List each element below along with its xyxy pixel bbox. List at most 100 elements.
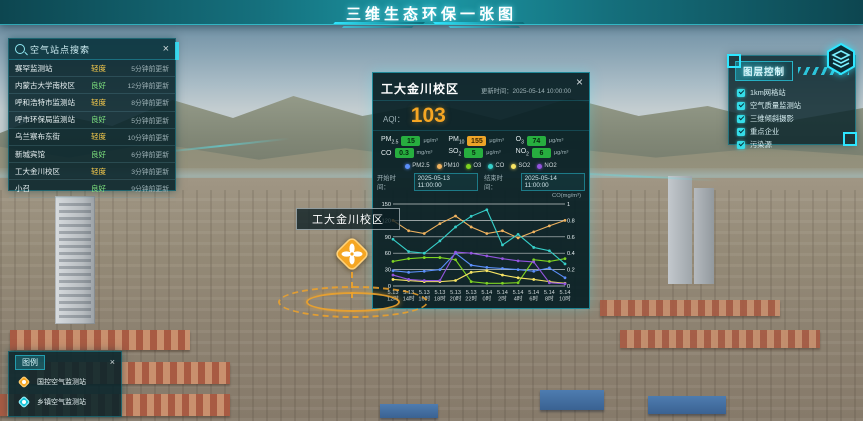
station-grade: 轻度 xyxy=(91,166,113,177)
air-station-township-marker-icon xyxy=(17,395,31,409)
pollutant-value: 6 xyxy=(532,148,551,158)
chart-legend-item[interactable]: O3 xyxy=(466,163,481,169)
close-icon[interactable]: × xyxy=(110,357,115,368)
layers-icon[interactable] xyxy=(824,42,858,76)
pollutant-cell: NO26μg/m³ xyxy=(516,148,581,158)
layer-toggle[interactable]: 重点企业 xyxy=(737,125,847,138)
svg-text:0.4: 0.4 xyxy=(567,251,575,257)
station-updated: 5分钟前更新 xyxy=(113,115,169,125)
pollutant-unit: μg/m³ xyxy=(554,150,568,156)
chart-legend-item[interactable]: NO2 xyxy=(537,163,556,169)
map-viewport[interactable]: 三维生态环保一张图 空气站点搜索 × 赛罕监测站轻度5分钟前更新内蒙古大学南校区… xyxy=(0,0,863,421)
layer-toggle[interactable]: 三维倾斜摄影 xyxy=(737,112,847,125)
station-name: 呼和浩特市监测站 xyxy=(15,97,91,108)
layer-toggle[interactable]: 污染源 xyxy=(737,138,847,151)
legend-label: NO2 xyxy=(544,163,556,169)
building-tower xyxy=(694,188,714,284)
svg-text:5.1322时: 5.1322时 xyxy=(465,290,477,303)
svg-text:5.142时: 5.142时 xyxy=(497,290,508,303)
svg-text:60: 60 xyxy=(385,251,391,257)
station-updated: 6分钟前更新 xyxy=(113,149,169,159)
svg-text:5.1320时: 5.1320时 xyxy=(450,290,462,303)
station-row[interactable]: 乌兰察布东街轻度10分钟前更新 xyxy=(9,129,175,146)
marker-range-ring-inner xyxy=(306,292,400,312)
map-marker-label[interactable]: 工大金川校区 xyxy=(296,208,400,230)
svg-text:5.144时: 5.144时 xyxy=(513,290,524,303)
layer-label: 三维倾斜摄影 xyxy=(750,114,794,124)
end-time-input[interactable]: 2025-05-14 11:00:00 xyxy=(521,173,585,191)
legend-item: 国控空气监测站 xyxy=(9,372,121,392)
pollutant-cell: CO0.3mg/m³ xyxy=(381,148,446,158)
svg-text:5.1318时: 5.1318时 xyxy=(434,290,446,303)
legend-dot-icon xyxy=(405,164,410,169)
checkbox-checked-icon[interactable] xyxy=(737,89,745,97)
series-PM10 xyxy=(393,216,565,238)
chart-legend: PM2.5 PM10 O3 CO SO2 NO2 xyxy=(373,160,589,170)
station-row[interactable]: 呼和浩特市监测站轻度8分钟前更新 xyxy=(9,94,175,111)
legend-dot-icon xyxy=(437,164,442,169)
start-time-label: 开始时间： xyxy=(377,173,408,191)
close-icon[interactable]: × xyxy=(576,77,583,88)
legend-label: CO xyxy=(495,163,504,169)
station-grade: 轻度 xyxy=(91,131,113,142)
building-tower xyxy=(668,176,692,284)
checkbox-checked-icon[interactable] xyxy=(737,141,745,149)
close-icon[interactable]: × xyxy=(163,44,169,55)
pollutant-grid: PM2.515μg/m³PM10155μg/m³O374μg/m³ CO0.3mg… xyxy=(373,131,589,160)
time-range-row: 开始时间： 2025-05-13 11:00:00 结束时间： 2025-05-… xyxy=(373,170,589,192)
series-NO2 xyxy=(393,252,565,284)
legend-label: PM10 xyxy=(444,163,460,169)
air-station-marker-icon[interactable] xyxy=(333,235,371,273)
station-row[interactable]: 新城宾馆良好6分钟前更新 xyxy=(9,146,175,163)
start-time-input[interactable]: 2025-05-13 11:00:00 xyxy=(414,173,478,191)
pollutant-label: NO2 xyxy=(516,148,529,157)
chart-legend-item[interactable]: SO2 xyxy=(511,163,530,169)
svg-text:5.140时: 5.140时 xyxy=(481,290,492,303)
svg-text:0.2: 0.2 xyxy=(567,268,575,274)
legend-item-label: 国控空气监测站 xyxy=(37,377,86,387)
legend-item: 乡镇空气监测站 xyxy=(9,392,121,412)
station-row[interactable]: 小召良好9分钟前更新 xyxy=(9,180,175,197)
chart-legend-item[interactable]: CO xyxy=(488,163,504,169)
layer-label: 污染源 xyxy=(750,140,772,150)
station-row[interactable]: 内蒙古大学南校区良好12分钟前更新 xyxy=(9,77,175,94)
chart-legend-item[interactable]: PM10 xyxy=(437,163,460,169)
station-grade: 轻度 xyxy=(91,97,113,108)
building-row xyxy=(620,330,820,348)
pollutant-value: 155 xyxy=(467,136,486,146)
checkbox-checked-icon[interactable] xyxy=(737,115,745,123)
layer-toggle[interactable]: 1km网格站 xyxy=(737,86,847,99)
layer-toggle[interactable]: 空气质量监测站 xyxy=(737,99,847,112)
legend-panel-header: 图例 × xyxy=(9,352,121,372)
pollutant-label: CO xyxy=(381,150,392,157)
pollutant-value: 74 xyxy=(527,136,546,146)
header-decor-right xyxy=(433,22,535,29)
station-row[interactable]: 呼市环保局监测站良好5分钟前更新 xyxy=(9,112,175,129)
station-panel-title: 空气站点搜索 xyxy=(30,43,163,56)
station-list-panel: 空气站点搜索 × 赛罕监测站轻度5分钟前更新内蒙古大学南校区良好12分钟前更新呼… xyxy=(8,38,176,191)
layer-items: 1km网格站空气质量监测站三维倾斜摄影重点企业污染源 xyxy=(729,84,855,153)
pollutant-cell: PM10155μg/m³ xyxy=(448,136,513,146)
station-row[interactable]: 工大金川校区轻度3分钟前更新 xyxy=(9,163,175,180)
station-updated: 10分钟前更新 xyxy=(113,132,169,142)
popup-header: 工大金川校区 更新时间：2025-05-14 10:00:00 xyxy=(373,73,589,101)
station-updated: 8分钟前更新 xyxy=(113,97,169,107)
pollutant-unit: μg/m³ xyxy=(486,150,500,156)
end-time-label: 结束时间： xyxy=(484,173,515,191)
aqi-row: AQI： 103 xyxy=(373,101,589,131)
air-station-national-marker-icon xyxy=(17,375,31,389)
checkbox-checked-icon[interactable] xyxy=(737,128,745,136)
legend-dot-icon xyxy=(511,164,516,169)
station-name: 乌兰察布东街 xyxy=(15,131,91,142)
station-updated: 9分钟前更新 xyxy=(113,183,169,193)
building-tower xyxy=(55,196,95,324)
checkbox-checked-icon[interactable] xyxy=(737,102,745,110)
station-rows: 赛罕监测站轻度5分钟前更新内蒙古大学南校区良好12分钟前更新呼和浩特市监测站轻度… xyxy=(9,60,175,198)
legend-item-label: 乡镇空气监测站 xyxy=(37,397,86,407)
pollutant-unit: μg/m³ xyxy=(549,138,563,144)
pollutant-cell: PM2.515μg/m³ xyxy=(381,136,446,146)
chart-legend-item[interactable]: PM2.5 xyxy=(405,163,429,169)
station-row[interactable]: 赛罕监测站轻度5分钟前更新 xyxy=(9,60,175,77)
header-decor-left xyxy=(329,22,431,29)
pollutant-cell: O374μg/m³ xyxy=(516,136,581,146)
